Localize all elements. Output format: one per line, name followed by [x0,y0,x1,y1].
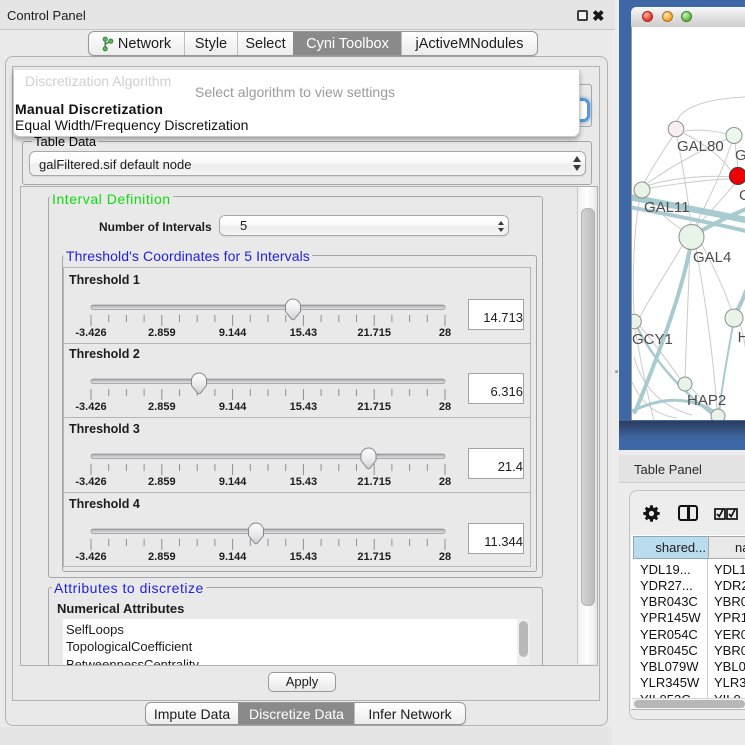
svg-text:-3.426: -3.426 [75,551,106,563]
svg-text:28: 28 [439,327,451,339]
svg-text:GAL11: GAL11 [644,199,690,216]
svg-text:2.859: 2.859 [148,327,176,339]
svg-text:-3.426: -3.426 [75,327,106,339]
svg-text:C: C [739,187,745,204]
svg-text:GCY1: GCY1 [632,331,673,348]
svg-text:H: H [738,329,745,346]
svg-text:9.144: 9.144 [219,551,247,563]
svg-text:2.859: 2.859 [148,401,176,413]
svg-text:28: 28 [439,401,451,413]
svg-text:-3.426: -3.426 [75,401,106,413]
svg-text:2.859: 2.859 [148,476,176,488]
svg-text:15.43: 15.43 [290,401,318,413]
svg-text:21.715: 21.715 [357,327,391,339]
svg-text:28: 28 [439,551,451,563]
svg-text:HAP2: HAP2 [687,392,726,409]
svg-text:21.715: 21.715 [357,551,391,563]
svg-text:15.43: 15.43 [290,551,318,563]
svg-text:GA: GA [735,147,745,164]
svg-text:21.715: 21.715 [357,476,391,488]
svg-text:9.144: 9.144 [219,327,247,339]
svg-text:9.144: 9.144 [219,476,247,488]
svg-text:21.715: 21.715 [357,401,391,413]
svg-text:-3.426: -3.426 [75,476,106,488]
svg-text:15.43: 15.43 [290,327,318,339]
svg-text:GAL4: GAL4 [693,249,731,266]
svg-text:15.43: 15.43 [290,476,318,488]
svg-text:28: 28 [439,476,451,488]
svg-text:2.859: 2.859 [148,551,176,563]
svg-text:9.144: 9.144 [219,401,247,413]
svg-text:GAL80: GAL80 [677,138,724,155]
